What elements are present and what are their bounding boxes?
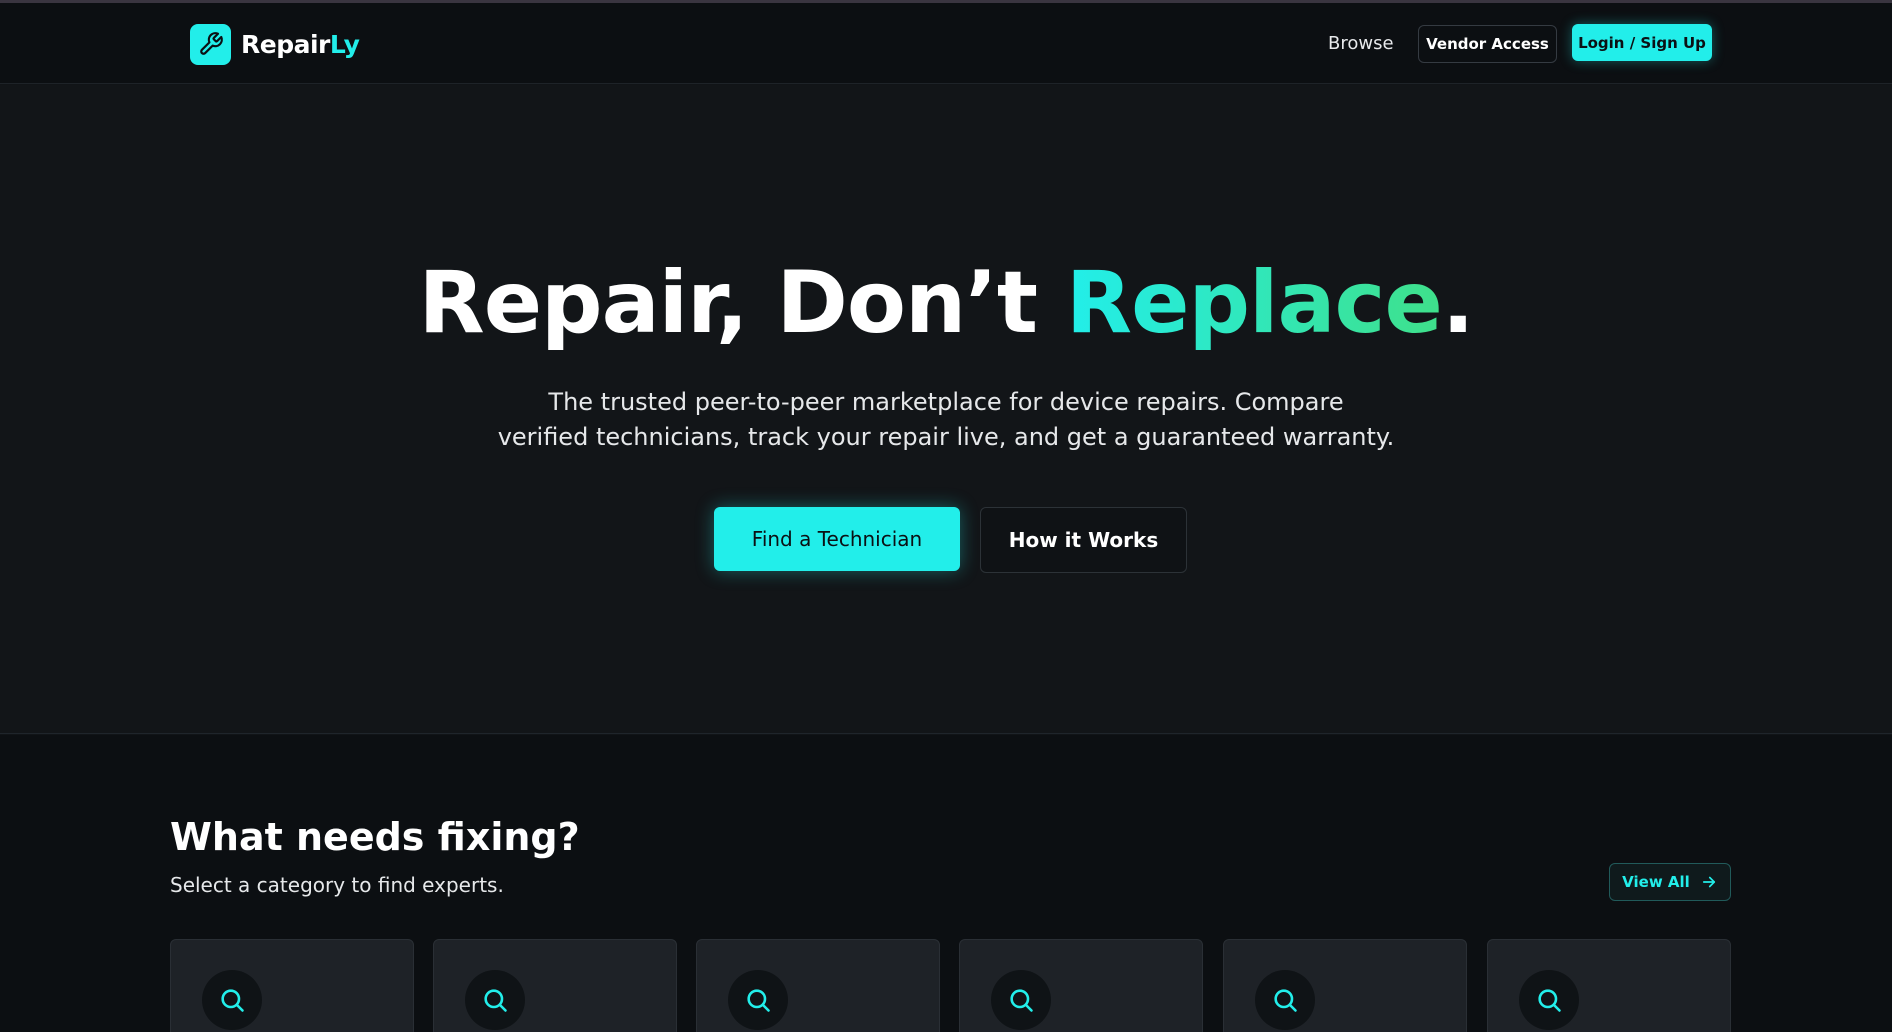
category-card[interactable] — [170, 939, 414, 1032]
category-card[interactable] — [959, 939, 1203, 1032]
search-icon — [202, 970, 262, 1030]
hero-section: Repair, Don’t Replace. The trusted peer-… — [0, 85, 1892, 734]
hero-subtitle-line1: The trusted peer-to-peer marketplace for… — [548, 388, 1344, 416]
arrow-right-icon — [1702, 876, 1715, 888]
nav-browse-link[interactable]: Browse — [1328, 33, 1394, 54]
category-card[interactable] — [433, 939, 677, 1032]
find-technician-button[interactable]: Find a Technician — [714, 507, 960, 571]
brand-name-part1: Repair — [241, 29, 330, 59]
hero-title: Repair, Don’t Replace. — [0, 253, 1892, 353]
search-icon — [728, 970, 788, 1030]
search-icon — [465, 970, 525, 1030]
hero-title-accent: Replace — [1065, 253, 1443, 353]
hero-subtitle: The trusted peer-to-peer marketplace for… — [446, 385, 1446, 455]
hero-title-main: Repair, Don’t — [418, 253, 1066, 353]
brand-logo[interactable]: RepairLy — [190, 23, 360, 65]
how-it-works-button[interactable]: How it Works — [980, 507, 1187, 573]
vendor-access-button[interactable]: Vendor Access — [1418, 25, 1557, 63]
view-all-label: View All — [1622, 873, 1690, 891]
search-icon — [1255, 970, 1315, 1030]
category-card[interactable] — [1223, 939, 1467, 1032]
category-card[interactable] — [696, 939, 940, 1032]
brand-name-part2: Ly — [329, 29, 360, 59]
category-cards — [170, 939, 1732, 1032]
hero-subtitle-line2: verified technicians, track your repair … — [497, 423, 1395, 451]
hero-title-end: . — [1441, 253, 1475, 353]
view-all-button[interactable]: View All — [1609, 863, 1731, 901]
section-title: What needs fixing? — [170, 815, 580, 859]
navbar: RepairLy Browse Vendor Access Login / Si… — [0, 3, 1892, 84]
categories-section: What needs fixing? Select a category to … — [0, 735, 1892, 1032]
search-icon — [991, 970, 1051, 1030]
search-icon — [1519, 970, 1579, 1030]
category-card[interactable] — [1487, 939, 1731, 1032]
brand-name: RepairLy — [241, 29, 360, 59]
wrench-icon — [190, 23, 231, 65]
login-signup-button[interactable]: Login / Sign Up — [1572, 24, 1712, 61]
section-subtitle: Select a category to find experts. — [170, 873, 504, 897]
